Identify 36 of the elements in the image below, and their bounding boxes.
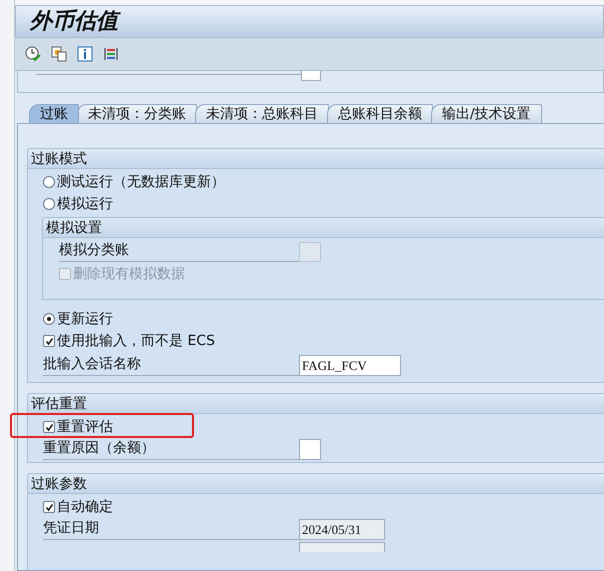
group-header: 过账模式 <box>28 149 604 169</box>
input-field[interactable]: FAGL_FCV <box>299 355 401 376</box>
option-label: 更新运行 <box>57 310 113 328</box>
input-field[interactable]: 2024/05/31 <box>299 519 385 540</box>
checkbox[interactable] <box>43 421 55 433</box>
tab[interactable]: 总账科目余额 <box>327 104 433 123</box>
group-header: 模拟设置 <box>43 218 604 238</box>
layout-icon[interactable] <box>103 46 119 62</box>
input-field[interactable] <box>299 542 385 552</box>
option-label: 自动确定 <box>57 498 113 516</box>
input-field[interactable] <box>299 439 321 460</box>
info-icon[interactable] <box>77 46 93 62</box>
field-label: 批输入会话名称 <box>43 354 299 376</box>
tab[interactable]: 未清项：总账科目 <box>195 104 329 123</box>
radio-button[interactable] <box>43 313 55 325</box>
copy-icon[interactable] <box>51 46 67 62</box>
radio-button[interactable] <box>43 198 55 210</box>
option-label: 模拟运行 <box>57 194 113 214</box>
option-label: 重置评估 <box>57 418 113 436</box>
field-label: 凭证日期 <box>43 518 299 540</box>
tab[interactable]: 未清项：分类账 <box>77 104 197 123</box>
option-label: 删除现有模拟数据 <box>73 264 185 284</box>
checkbox[interactable] <box>43 335 55 347</box>
tab[interactable]: 过账 <box>29 104 79 123</box>
input-field[interactable] <box>299 242 321 262</box>
checkbox[interactable] <box>43 501 55 513</box>
field-label: 重置原因（余额） <box>43 438 299 460</box>
radio-button[interactable] <box>43 176 55 188</box>
field-label: 模拟分类账 <box>59 240 299 262</box>
option-label: 使用批输入，而不是 ECS <box>57 332 215 350</box>
group-header: 过账参数 <box>28 474 604 494</box>
input-field[interactable] <box>301 71 321 81</box>
group-header: 评估重置 <box>28 394 604 414</box>
option-label: 测试运行（无数据库更新） <box>57 172 225 192</box>
tab[interactable]: 输出/技术设置 <box>431 104 542 123</box>
clock-check-icon[interactable] <box>25 46 41 62</box>
